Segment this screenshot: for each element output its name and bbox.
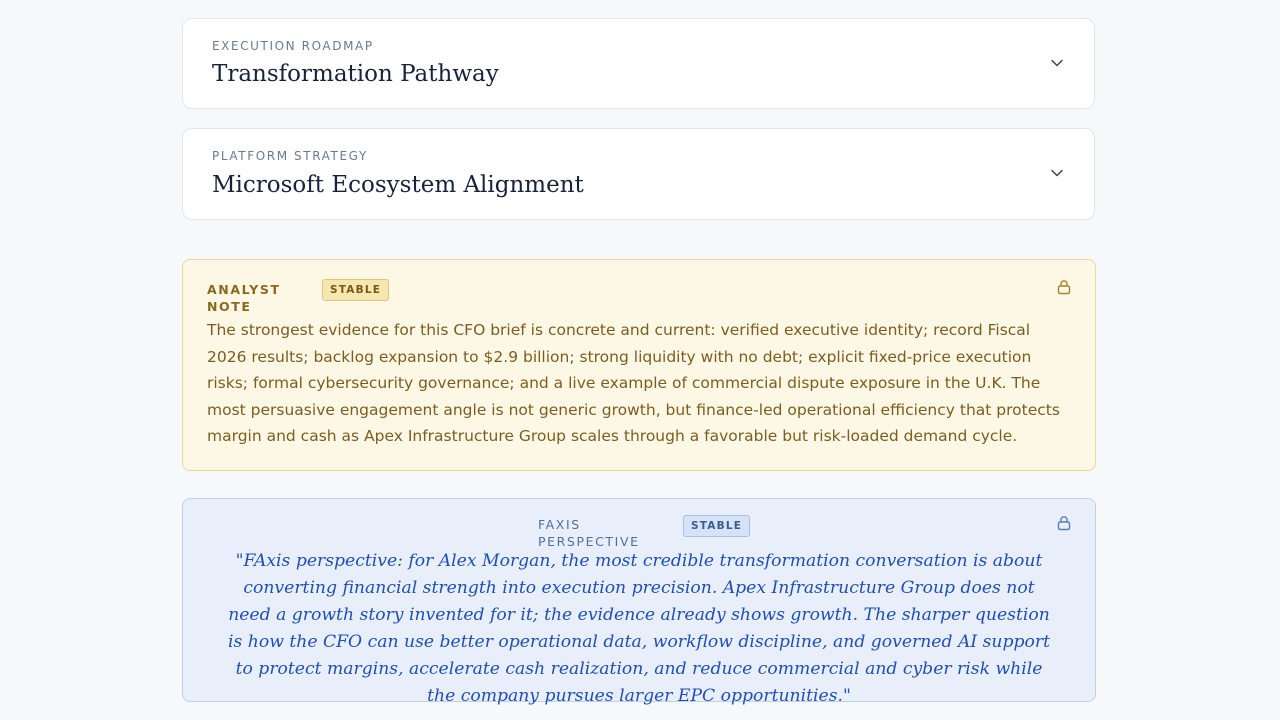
section-title: Transformation Pathway bbox=[212, 61, 499, 87]
page: EXECUTION ROADMAP Transformation Pathway… bbox=[0, 0, 1280, 720]
analyst-note-card: ANALYST NOTE STABLE The strongest eviden… bbox=[182, 259, 1096, 471]
stable-badge: STABLE bbox=[683, 515, 751, 537]
faxis-perspective-quote: "FAxis perspective: for Alex Morgan, the… bbox=[228, 551, 1050, 706]
lock-icon[interactable] bbox=[1057, 515, 1071, 531]
section-eyebrow: PLATFORM STRATEGY bbox=[212, 149, 368, 163]
chevron-down-icon[interactable] bbox=[1050, 56, 1064, 70]
chevron-down-icon[interactable] bbox=[1050, 166, 1064, 180]
accordion-platform-strategy[interactable]: PLATFORM STRATEGY Microsoft Ecosystem Al… bbox=[182, 128, 1095, 220]
stable-badge: STABLE bbox=[322, 279, 390, 301]
lock-icon[interactable] bbox=[1057, 279, 1071, 295]
faxis-perspective-label: FAXIS PERSPECTIVE bbox=[538, 517, 640, 549]
section-title: Microsoft Ecosystem Alignment bbox=[212, 172, 584, 198]
analyst-note-body: The strongest evidence for this CFO brie… bbox=[207, 321, 1060, 446]
accordion-execution-roadmap[interactable]: EXECUTION ROADMAP Transformation Pathway bbox=[182, 18, 1095, 109]
section-eyebrow: EXECUTION ROADMAP bbox=[212, 39, 374, 53]
faxis-perspective-card: FAXIS PERSPECTIVE STABLE "FAxis perspect… bbox=[182, 498, 1096, 706]
analyst-note-label: ANALYST NOTE bbox=[207, 282, 281, 314]
